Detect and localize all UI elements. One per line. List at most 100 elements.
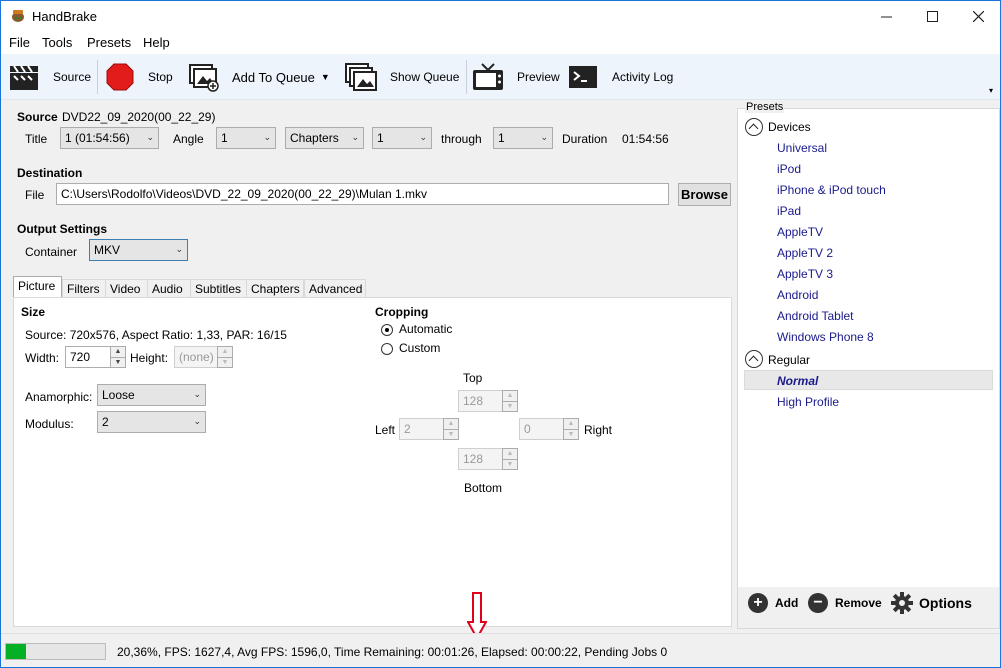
show-queue-button[interactable]: Show Queue	[345, 59, 459, 95]
range-mode-select[interactable]: Chapters ⌄	[285, 127, 364, 149]
chevron-down-icon: ⌄	[146, 132, 154, 142]
cropping-heading: Cropping	[375, 305, 429, 319]
preview-button[interactable]: Preview	[472, 59, 560, 95]
angle-select-value: 1	[221, 131, 228, 145]
chevron-down-icon: ⌄	[175, 244, 183, 254]
crop-top-input[interactable]: 128	[458, 390, 503, 412]
height-stepper[interactable]: ▲ ▼	[217, 346, 233, 368]
gear-icon[interactable]	[891, 592, 913, 614]
custom-radio[interactable]	[381, 343, 393, 355]
tab-picture[interactable]: Picture	[13, 276, 62, 297]
stepper-down-icon[interactable]: ▼	[503, 401, 517, 411]
preset-ipad[interactable]: iPad	[777, 204, 801, 218]
close-icon	[972, 11, 984, 22]
crop-top-stepper[interactable]: ▲ ▼	[502, 390, 518, 412]
anamorphic-label: Anamorphic:	[25, 390, 93, 404]
width-input[interactable]: 720	[65, 346, 112, 368]
options-button[interactable]: Options	[919, 595, 972, 611]
maximize-icon	[926, 11, 938, 22]
crop-bottom-stepper[interactable]: ▲ ▼	[502, 448, 518, 470]
status-bar: 20,36%, FPS: 1627,4, Avg FPS: 1596,0, Ti…	[1, 633, 1000, 667]
stepper-up-icon[interactable]: ▲	[218, 347, 232, 357]
automatic-radio[interactable]	[381, 324, 393, 336]
tab-advanced[interactable]: Advanced	[304, 279, 366, 297]
regular-group-label[interactable]: Regular	[768, 353, 810, 367]
height-input[interactable]: (none)	[174, 346, 219, 368]
title-label: Title	[25, 132, 48, 146]
preset-windows-phone-8[interactable]: Windows Phone 8	[777, 330, 874, 344]
stepper-down-icon[interactable]: ▼	[444, 429, 458, 439]
menu-tools[interactable]: Tools	[42, 35, 72, 50]
dropdown-arrow-icon[interactable]: ▼	[321, 72, 330, 82]
stepper-up-icon[interactable]: ▲	[444, 419, 458, 429]
preset-android-tablet[interactable]: Android Tablet	[777, 309, 854, 323]
preset-normal[interactable]: Normal	[777, 374, 818, 388]
angle-select[interactable]: 1 ⌄	[216, 127, 276, 149]
add-preset-icon[interactable]: +	[748, 593, 768, 613]
tab-audio[interactable]: Audio	[147, 279, 191, 297]
stepper-up-icon[interactable]: ▲	[111, 347, 125, 357]
add-to-queue-button[interactable]: Add To Queue ▼	[188, 59, 330, 95]
tab-chapters[interactable]: Chapters	[246, 279, 304, 297]
menu-help[interactable]: Help	[143, 35, 170, 50]
crop-right-input[interactable]: 0	[519, 418, 564, 440]
anamorphic-select[interactable]: Loose ⌄	[97, 384, 206, 406]
close-button[interactable]	[955, 1, 1001, 32]
remove-preset-icon[interactable]: −	[808, 593, 828, 613]
minimize-button[interactable]	[863, 1, 909, 32]
stepper-up-icon[interactable]: ▲	[503, 449, 517, 459]
automatic-label: Automatic	[399, 322, 453, 336]
browse-button[interactable]: Browse	[678, 183, 731, 206]
preset-universal[interactable]: Universal	[777, 141, 827, 155]
stepper-down-icon[interactable]: ▼	[503, 459, 517, 469]
preset-high-profile[interactable]: High Profile	[777, 395, 839, 409]
crop-bottom-input[interactable]: 128	[458, 448, 503, 470]
modulus-select[interactable]: 2 ⌄	[97, 411, 206, 433]
container-select[interactable]: MKV ⌄	[89, 239, 188, 261]
anamorphic-value: Loose	[102, 388, 135, 402]
clapperboard-icon	[10, 65, 38, 90]
source-name: DVD22_09_2020(00_22_29)	[62, 110, 216, 124]
range-end-select[interactable]: 1 ⌄	[493, 127, 553, 149]
preset-iphone-ipod-touch[interactable]: iPhone & iPod touch	[777, 183, 886, 197]
stepper-down-icon[interactable]: ▼	[111, 357, 125, 367]
menu-file[interactable]: File	[9, 35, 30, 50]
width-stepper[interactable]: ▲ ▼	[110, 346, 126, 368]
range-start-select[interactable]: 1 ⌄	[372, 127, 432, 149]
tab-video[interactable]: Video	[105, 279, 148, 297]
chevron-down-icon: ⌄	[351, 132, 359, 142]
toolbar: Source Stop Add To Queue ▼ Show Queue Pr…	[1, 54, 1000, 100]
preview-label: Preview	[517, 70, 560, 84]
minimize-icon	[880, 16, 892, 18]
devices-group-label[interactable]: Devices	[768, 120, 811, 134]
crop-right-stepper[interactable]: ▲ ▼	[563, 418, 579, 440]
preset-ipod[interactable]: iPod	[777, 162, 801, 176]
crop-left-stepper[interactable]: ▲ ▼	[443, 418, 459, 440]
collapse-devices-icon[interactable]	[745, 118, 763, 136]
maximize-button[interactable]	[909, 1, 955, 32]
stepper-down-icon[interactable]: ▼	[218, 357, 232, 367]
tab-subtitles[interactable]: Subtitles	[190, 279, 247, 297]
menu-presets[interactable]: Presets	[87, 35, 131, 50]
remove-preset-button[interactable]: Remove	[835, 596, 882, 610]
stepper-up-icon[interactable]: ▲	[564, 419, 578, 429]
stepper-up-icon[interactable]: ▲	[503, 391, 517, 401]
chevron-down-icon: ⌄	[419, 132, 427, 142]
add-preset-button[interactable]: Add	[775, 596, 798, 610]
toolbar-overflow-icon[interactable]: ▾	[989, 86, 993, 95]
source-button[interactable]: Source	[9, 59, 91, 95]
handbrake-window: HandBrake File Tools Presets Help Source	[0, 0, 1001, 668]
destination-file-input[interactable]: C:\Users\Rodolfo\Videos\DVD_22_09_2020(0…	[56, 183, 669, 205]
collapse-regular-icon[interactable]	[745, 350, 763, 368]
preset-android[interactable]: Android	[777, 288, 818, 302]
crop-left-input[interactable]: 2	[399, 418, 444, 440]
title-select[interactable]: 1 (01:54:56) ⌄	[60, 127, 159, 149]
preset-appletv-3[interactable]: AppleTV 3	[777, 267, 833, 281]
stop-label: Stop	[148, 70, 173, 84]
stepper-down-icon[interactable]: ▼	[564, 429, 578, 439]
activity-log-button[interactable]: Activity Log	[569, 59, 673, 95]
stop-button[interactable]: Stop	[106, 59, 173, 95]
crop-top-label: Top	[463, 371, 483, 385]
preset-appletv[interactable]: AppleTV	[777, 225, 823, 239]
preset-appletv-2[interactable]: AppleTV 2	[777, 246, 833, 260]
